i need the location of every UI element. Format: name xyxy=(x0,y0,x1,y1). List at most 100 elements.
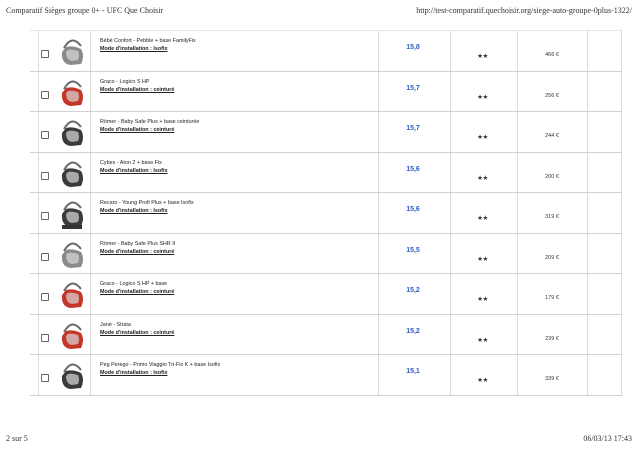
product-name[interactable]: Peg Perego - Primo Viaggio Tri-Fix K + b… xyxy=(100,362,220,368)
product-name[interactable]: Recaro - Young Profi Plus + base Isofix xyxy=(100,200,194,206)
table-row: Graco - Logico S HP + base Mode d'install… xyxy=(30,274,622,315)
column-divider xyxy=(90,355,91,395)
table-row: Recaro - Young Profi Plus + base Isofix M… xyxy=(30,193,622,234)
column-divider xyxy=(90,314,91,354)
car-seat-black-icon[interactable] xyxy=(57,358,87,392)
product-name[interactable]: Römer - Baby Safe Plus SHR II xyxy=(100,241,175,247)
score-value: 15,7 xyxy=(406,84,420,92)
column-divider xyxy=(587,274,588,314)
car-seat-black-icon[interactable] xyxy=(57,156,87,190)
column-divider xyxy=(450,152,451,192)
score-value: 15,7 xyxy=(406,125,420,132)
column-divider xyxy=(450,274,451,314)
price: 339 € xyxy=(545,376,559,382)
product-name[interactable]: Graco - Logico S HP xyxy=(100,79,149,85)
comparison-table: Bébé Confort - Pebble + base FamilyFix Mo… xyxy=(30,30,622,396)
column-divider xyxy=(587,233,588,273)
product-name[interactable]: Cybex - Aton 2 + base Fix xyxy=(100,160,162,166)
installation-mode[interactable]: Mode d'installation : ceinturé xyxy=(100,87,174,93)
compare-checkbox[interactable] xyxy=(41,90,49,99)
column-divider xyxy=(38,274,39,314)
page-header-url[interactable]: http://test-comparatif.quechoisir.org/si… xyxy=(416,6,632,15)
compare-checkbox[interactable] xyxy=(41,333,49,342)
price: 466 € xyxy=(545,52,559,58)
compare-checkbox[interactable] xyxy=(41,171,49,180)
column-divider xyxy=(90,274,91,314)
car-seat-base-icon[interactable] xyxy=(57,196,87,230)
column-divider xyxy=(621,314,622,354)
car-seat-gray-icon[interactable] xyxy=(57,34,87,68)
column-divider xyxy=(90,152,91,192)
product-name[interactable]: Jané - Strata xyxy=(100,322,131,328)
column-divider xyxy=(90,112,91,152)
column-divider xyxy=(517,233,518,273)
compare-checkbox[interactable] xyxy=(41,252,49,261)
installation-mode[interactable]: Mode d'installation : Isofix xyxy=(100,46,167,52)
installation-mode[interactable]: Mode d'installation : Isofix xyxy=(100,370,167,376)
car-seat-gray-icon[interactable] xyxy=(57,237,87,271)
column-divider xyxy=(450,112,451,152)
column-divider xyxy=(621,193,622,233)
column-divider xyxy=(90,233,91,273)
price: 239 € xyxy=(545,335,559,342)
score-value: 15,1 xyxy=(406,368,420,375)
column-divider xyxy=(621,274,622,314)
product-name[interactable]: Römer - Baby Safe Plus + base ceinturée xyxy=(100,119,199,125)
car-seat-red-icon[interactable] xyxy=(57,318,87,352)
column-divider xyxy=(450,71,451,111)
print-datetime: 06/03/13 17:43 xyxy=(583,434,632,443)
compare-checkbox[interactable] xyxy=(41,50,49,58)
column-divider xyxy=(517,112,518,152)
column-divider xyxy=(517,152,518,192)
score-value: 15,6 xyxy=(406,206,420,213)
column-divider xyxy=(38,71,39,111)
score-value: 15,8 xyxy=(406,44,420,51)
product-name[interactable]: Bébé Confort - Pebble + base FamilyFix xyxy=(100,38,196,44)
column-divider xyxy=(517,274,518,314)
column-divider xyxy=(90,193,91,233)
column-divider xyxy=(450,355,451,395)
installation-mode[interactable]: Mode d'installation : ceinturé xyxy=(100,289,174,295)
column-divider xyxy=(621,152,622,192)
column-divider xyxy=(90,31,91,71)
installation-mode[interactable]: Mode d'installation : Isofix xyxy=(100,168,167,174)
compare-checkbox[interactable] xyxy=(41,293,49,301)
column-divider xyxy=(621,71,622,111)
column-divider xyxy=(621,355,622,395)
score-value: 15,2 xyxy=(406,287,420,294)
price: 209 € xyxy=(545,254,559,261)
rating-stars: ★★ xyxy=(477,336,488,344)
installation-mode[interactable]: Mode d'installation : ceinturé xyxy=(100,249,174,255)
page-number: 2 sur 5 xyxy=(6,434,28,443)
compare-checkbox[interactable] xyxy=(41,212,49,220)
car-seat-black-icon[interactable] xyxy=(57,115,87,149)
column-divider xyxy=(587,112,588,152)
column-divider xyxy=(517,355,518,395)
column-divider xyxy=(517,314,518,354)
price: 200 € xyxy=(545,173,559,180)
compare-checkbox[interactable] xyxy=(41,131,49,139)
car-seat-red-icon[interactable] xyxy=(57,277,87,311)
car-seat-red-icon[interactable] xyxy=(57,75,87,109)
column-divider xyxy=(517,31,518,71)
table-row: Römer - Baby Safe Plus SHR II Mode d'inst… xyxy=(30,233,622,274)
column-divider xyxy=(587,71,588,111)
rating-stars: ★★ xyxy=(477,215,488,222)
column-divider xyxy=(587,193,588,233)
column-divider xyxy=(517,71,518,111)
installation-mode[interactable]: Mode d'installation : Isofix xyxy=(100,208,167,214)
column-divider xyxy=(621,112,622,152)
column-divider xyxy=(38,314,39,354)
rating-stars: ★★ xyxy=(477,93,488,101)
column-divider xyxy=(90,71,91,111)
column-divider xyxy=(587,152,588,192)
product-name[interactable]: Graco - Logico S HP + base xyxy=(100,281,167,287)
column-divider xyxy=(38,233,39,273)
compare-checkbox[interactable] xyxy=(41,374,49,382)
installation-mode[interactable]: Mode d'installation : ceinturé xyxy=(100,330,174,336)
installation-mode[interactable]: Mode d'installation : ceinturé xyxy=(100,127,174,133)
score-value: 15,6 xyxy=(406,165,420,173)
table-row: Römer - Baby Safe Plus + base ceinturée M… xyxy=(30,112,622,153)
column-divider xyxy=(517,193,518,233)
rating-stars: ★★ xyxy=(477,255,488,263)
